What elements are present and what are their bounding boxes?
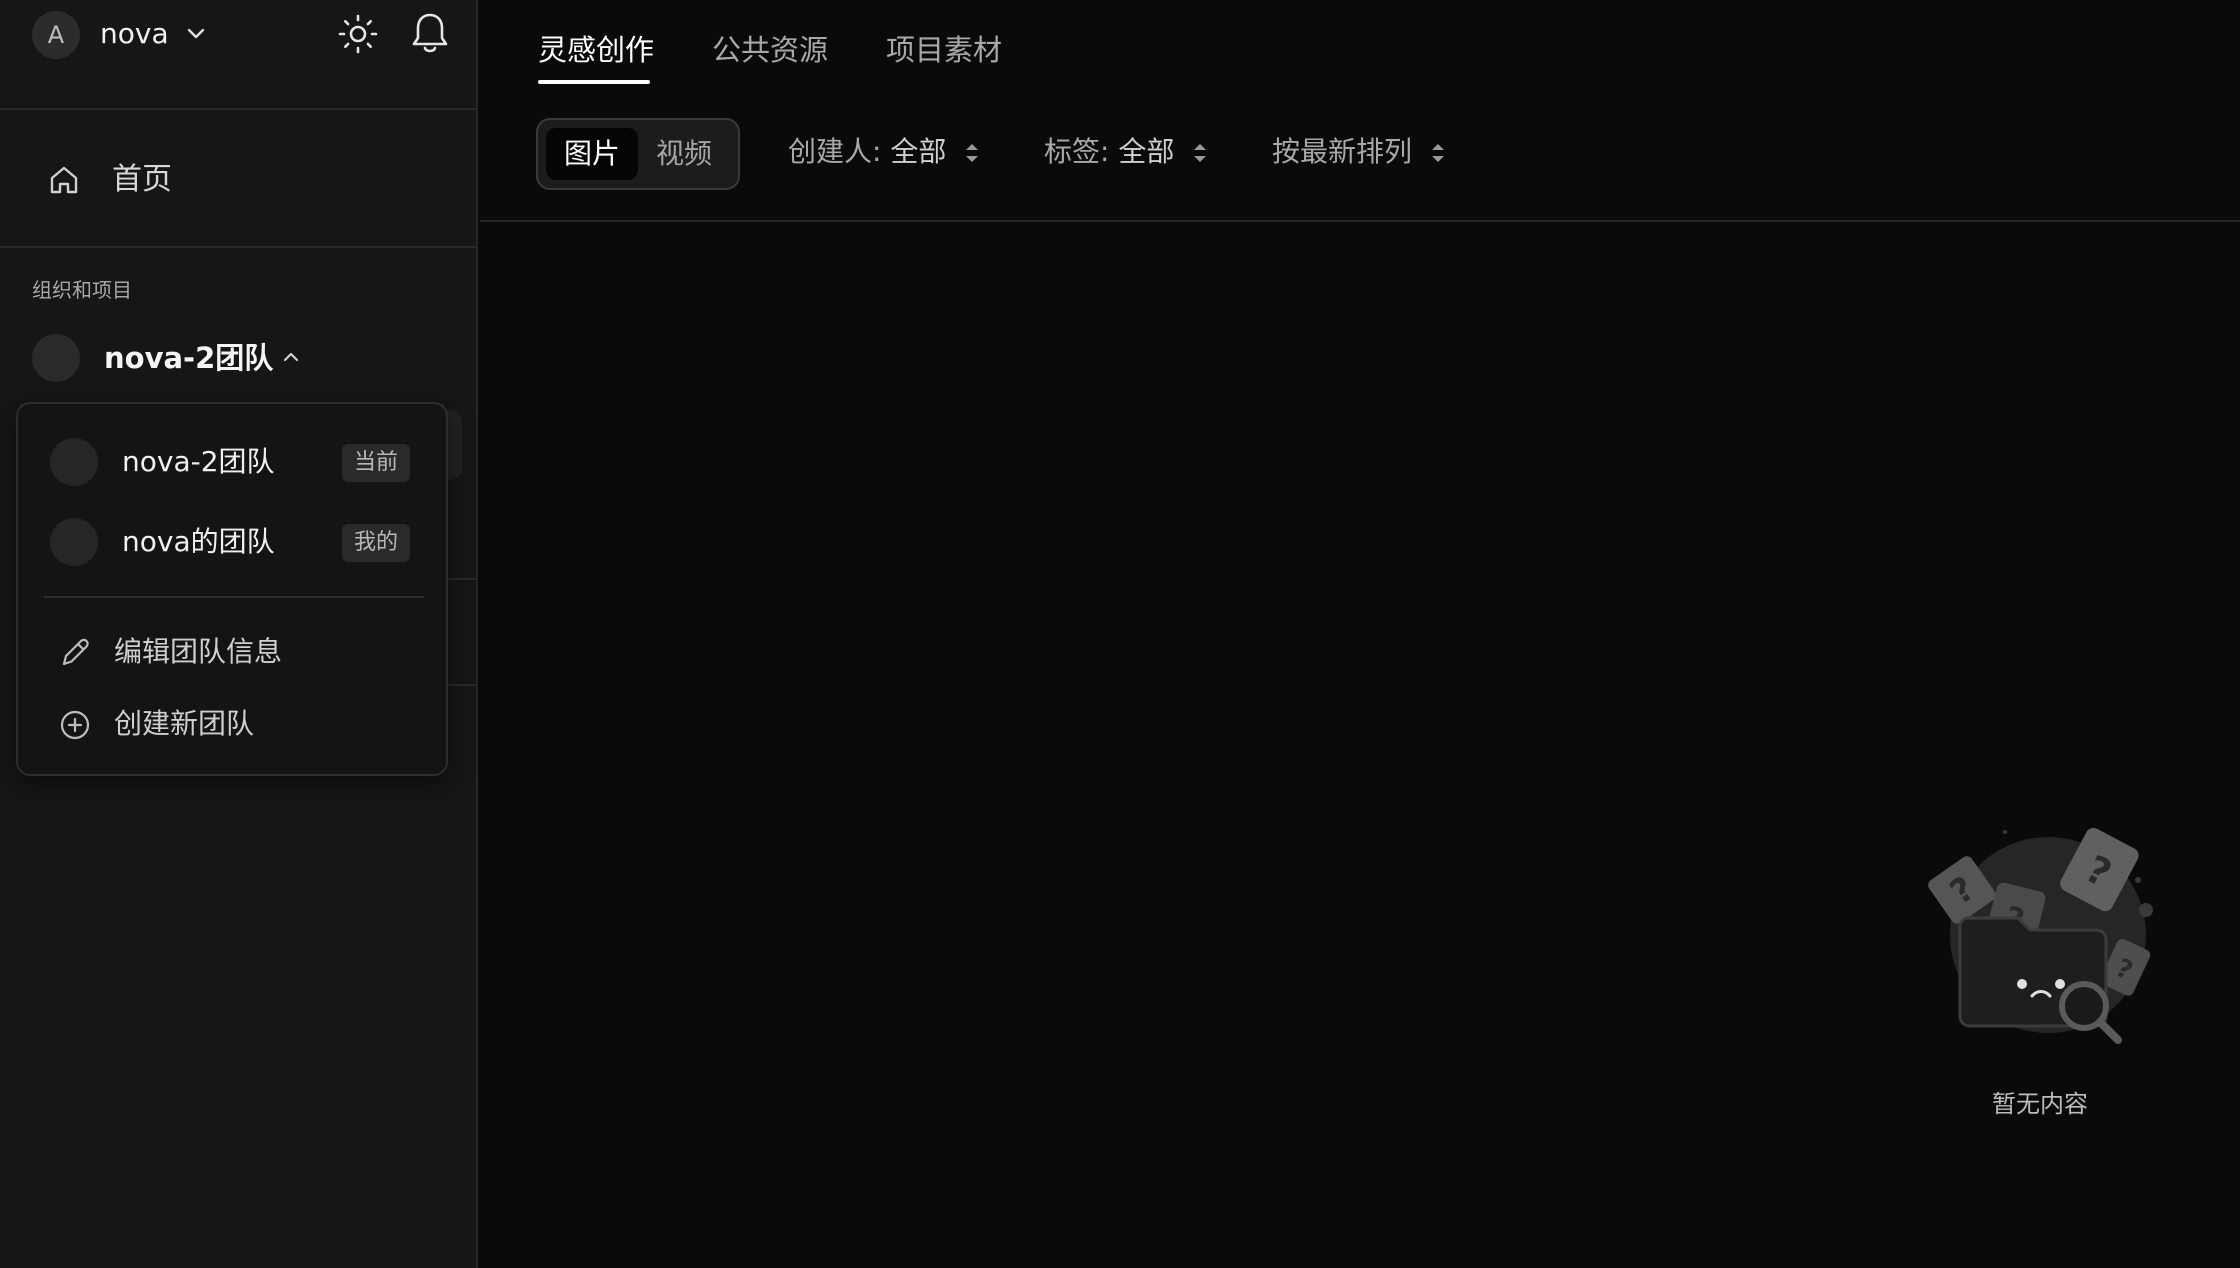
sidebar-item-home[interactable]: 首页 — [0, 112, 476, 248]
home-icon — [50, 166, 78, 194]
sidebar-item-label: 首页 — [112, 162, 172, 197]
team-switcher[interactable]: nova-2团队 — [0, 330, 476, 386]
empty-state-text: 暂无内容 — [1992, 1090, 2088, 1118]
app-root: A nova 首页 组织和项目 nova-2团队 nova-2团队 当前 nov… — [0, 0, 2240, 1268]
chevron-up-icon — [283, 352, 299, 362]
tag-filter-label: 标签: — [1044, 135, 1110, 168]
sort-updown-icon — [1432, 144, 1445, 162]
creator-filter-value: 全部 — [890, 135, 947, 168]
filter-bar: 图片 视频 创建人: 全部 标签: 全部 按最新排列 — [480, 110, 2240, 222]
chevron-down-icon[interactable] — [182, 20, 210, 48]
tag-filter-value: 全部 — [1118, 135, 1175, 168]
current-team-name: nova-2团队 — [104, 341, 274, 375]
plus-circle-icon — [60, 710, 90, 740]
user-name[interactable]: nova — [100, 14, 169, 54]
empty-state: ? ? ? ? — [1910, 820, 2170, 1120]
sort-filter[interactable]: 按最新排列 — [1272, 130, 1448, 174]
tag-filter[interactable]: 标签: 全部 — [1044, 130, 1210, 174]
active-tab-indicator — [538, 80, 650, 84]
team-option[interactable]: nova-2团队 当前 — [18, 432, 446, 492]
toggle-videos[interactable]: 视频 — [638, 128, 730, 180]
main-content: 灵感创作 公共资源 项目素材 图片 视频 创建人: 全部 标签: 全部 按最新排… — [480, 0, 2240, 1268]
create-team-button[interactable]: 创建新团队 — [18, 696, 446, 752]
team-option-name: nova-2团队 — [122, 445, 275, 478]
team-option-name: nova的团队 — [122, 525, 275, 558]
team-avatar — [50, 438, 98, 486]
sort-updown-icon — [1194, 144, 1207, 162]
team-avatar — [50, 518, 98, 566]
create-team-label: 创建新团队 — [114, 707, 255, 740]
empty-folder-icon: ? ? ? ? — [1928, 827, 2153, 1044]
sort-filter-label: 按最新排列 — [1272, 135, 1413, 168]
tab-inspiration[interactable]: 灵感创作 — [538, 28, 654, 72]
current-badge: 当前 — [342, 444, 411, 482]
toggle-images[interactable]: 图片 — [546, 128, 638, 180]
team-dropdown-menu: nova-2团队 当前 nova的团队 我的 编辑团队信息 创建新团队 — [16, 402, 448, 776]
sidebar-header: A nova — [0, 0, 476, 110]
section-label: 组织和项目 — [32, 278, 132, 302]
sun-icon[interactable] — [336, 12, 380, 56]
bell-icon[interactable] — [408, 10, 452, 56]
tab-public-resources[interactable]: 公共资源 — [712, 28, 828, 72]
mine-badge: 我的 — [342, 524, 411, 562]
tab-project-assets[interactable]: 项目素材 — [886, 28, 1002, 72]
sort-updown-icon — [966, 144, 979, 162]
menu-divider — [44, 596, 424, 598]
user-avatar[interactable]: A — [32, 11, 80, 59]
edit-team-button[interactable]: 编辑团队信息 — [18, 624, 446, 680]
creator-filter[interactable]: 创建人: 全部 — [788, 130, 982, 174]
edit-team-label: 编辑团队信息 — [114, 635, 283, 668]
team-option[interactable]: nova的团队 我的 — [18, 512, 446, 572]
pencil-icon — [62, 638, 89, 666]
team-avatar — [32, 334, 80, 382]
media-type-toggle: 图片 视频 — [536, 118, 740, 190]
creator-filter-label: 创建人: — [788, 135, 882, 168]
